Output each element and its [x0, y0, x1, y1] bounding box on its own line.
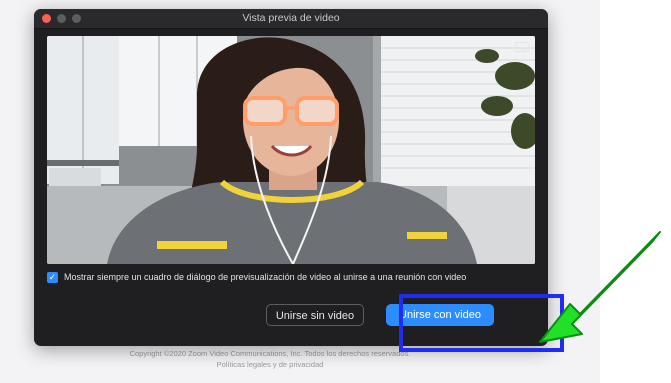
title-bar: Vista previa de video	[34, 9, 548, 29]
always-show-preview-option[interactable]: ✓ Mostrar siempre un cuadro de diálogo d…	[47, 270, 537, 284]
join-without-video-button[interactable]: Unirse sin video	[266, 304, 364, 326]
window-title: Vista previa de video	[242, 12, 340, 24]
check-icon: ✓	[48, 271, 57, 282]
legal-link[interactable]: Políticas legales y de privacidad	[60, 359, 480, 370]
always-show-preview-checkbox[interactable]: ✓	[47, 271, 58, 283]
camera-preview	[47, 36, 535, 264]
picture-in-picture-icon[interactable]	[515, 42, 529, 52]
always-show-preview-label: Mostrar siempre un cuadro de diálogo de …	[64, 272, 467, 282]
camera-preview-image	[47, 36, 535, 264]
green-arrow-icon	[539, 231, 661, 343]
